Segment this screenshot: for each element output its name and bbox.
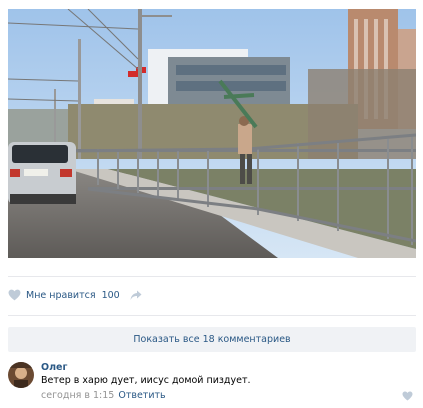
divider [8,276,416,277]
avatar[interactable] [8,362,34,388]
post-photo[interactable] [8,9,416,258]
show-all-comments-button[interactable]: Показать все 18 комментариев [8,327,416,352]
like-bar: Мне нравится 100 [8,286,142,304]
comment-meta: сегодня в 1:15 Ответить [41,390,166,401]
like-count[interactable]: 100 [102,290,120,301]
heart-icon[interactable] [402,391,413,401]
reply-button[interactable]: Ответить [118,390,165,401]
comment-time[interactable]: сегодня в 1:15 [41,390,114,401]
comment-author[interactable]: Олег [41,362,67,373]
like-button[interactable]: Мне нравится [26,290,96,301]
divider [8,315,416,316]
heart-icon[interactable] [8,289,21,301]
share-icon[interactable] [130,290,142,301]
comment-text: Ветер в харю дует, иисус домой пиздует. [41,375,251,386]
